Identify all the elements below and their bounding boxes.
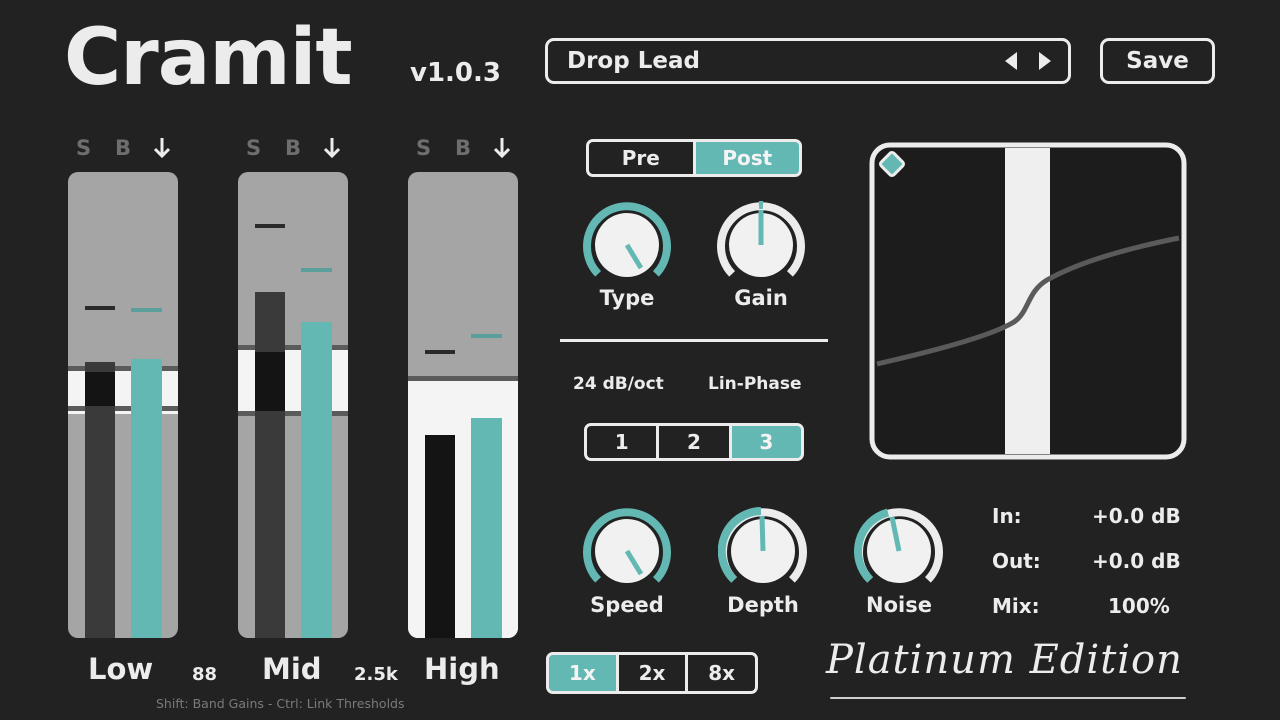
- mid-band-meter[interactable]: [238, 172, 348, 638]
- mid-bypass-button[interactable]: B: [285, 136, 301, 160]
- mix-value[interactable]: 100%: [1108, 594, 1170, 618]
- transfer-curve-display[interactable]: [869, 142, 1187, 460]
- noise-label: Noise: [866, 593, 932, 617]
- low-arrow-down-icon[interactable]: [152, 136, 172, 165]
- high-upper-threshold-handle[interactable]: [408, 376, 518, 381]
- low-output-peak-marker: [131, 308, 162, 312]
- low-bypass-button[interactable]: B: [115, 136, 131, 160]
- post-option[interactable]: Post: [695, 142, 799, 174]
- input-gain-value[interactable]: +0.0 dB: [1092, 504, 1181, 528]
- input-gain-label: In:: [992, 504, 1022, 528]
- mid-output-peak-marker: [301, 268, 332, 272]
- version-label: v1.0.3: [410, 58, 501, 88]
- mode-option-2[interactable]: 2: [659, 426, 729, 458]
- mid-band-label: Mid: [262, 652, 322, 686]
- oversampling-option-8x[interactable]: 8x: [688, 655, 755, 691]
- gain-label: Gain: [734, 286, 788, 310]
- low-mid-crossover[interactable]: 88: [192, 664, 217, 685]
- low-output-level-bar: [131, 359, 162, 638]
- high-output-peak-marker: [471, 334, 502, 338]
- speed-label: Speed: [590, 593, 664, 617]
- oversampling-option-2x[interactable]: 2x: [618, 655, 686, 691]
- preset-name: Drop Lead: [567, 48, 700, 74]
- type-label: Type: [599, 286, 655, 310]
- output-gain-label: Out:: [992, 549, 1041, 573]
- low-band-label: Low: [88, 652, 154, 686]
- speed-knob[interactable]: [582, 506, 672, 600]
- mid-arrow-down-icon[interactable]: [322, 136, 342, 165]
- high-band-label: High: [424, 652, 500, 686]
- preset-selector[interactable]: Drop Lead: [545, 38, 1071, 84]
- triangle-right-icon: [1039, 52, 1051, 70]
- mid-solo-button[interactable]: S: [246, 136, 261, 160]
- type-knob[interactable]: [582, 200, 672, 294]
- high-bypass-button[interactable]: B: [455, 136, 471, 160]
- high-output-level-bar: [471, 418, 502, 638]
- gain-knob[interactable]: [716, 200, 806, 294]
- mid-input-zone-segment: [255, 352, 285, 411]
- slope-selector[interactable]: 24 dB/oct: [573, 374, 664, 394]
- high-solo-button[interactable]: S: [416, 136, 431, 160]
- mid-input-peak-marker: [255, 224, 285, 228]
- oversampling-switch[interactable]: 1x 2x 8x: [546, 652, 758, 694]
- mode-option-1[interactable]: 1: [587, 426, 657, 458]
- mode-switch[interactable]: 1 2 3: [584, 423, 804, 461]
- triangle-left-icon: [1005, 52, 1017, 70]
- depth-knob[interactable]: [717, 506, 808, 600]
- mid-output-level-bar: [301, 322, 332, 638]
- low-input-zone-segment: [85, 372, 115, 406]
- section-divider: [560, 339, 828, 342]
- low-input-peak-marker: [85, 306, 115, 310]
- oversampling-option-1x[interactable]: 1x: [549, 655, 616, 691]
- high-band-meter[interactable]: [408, 172, 518, 638]
- high-input-peak-marker: [425, 350, 455, 354]
- previous-preset-button[interactable]: [994, 41, 1028, 81]
- high-arrow-down-icon[interactable]: [492, 136, 512, 165]
- output-gain-value[interactable]: +0.0 dB: [1092, 549, 1181, 573]
- pre-post-switch[interactable]: Pre Post: [586, 139, 802, 177]
- high-input-level-bar: [425, 435, 455, 638]
- low-band-meter[interactable]: [68, 172, 178, 638]
- mix-label: Mix:: [992, 594, 1040, 618]
- mid-high-crossover[interactable]: 2.5k: [354, 664, 398, 685]
- pre-option[interactable]: Pre: [589, 142, 693, 174]
- mode-option-3[interactable]: 3: [731, 426, 801, 458]
- next-preset-button[interactable]: [1028, 41, 1062, 81]
- save-button[interactable]: Save: [1100, 38, 1215, 84]
- phase-mode-selector[interactable]: Lin-Phase: [708, 374, 802, 394]
- depth-label: Depth: [727, 593, 799, 617]
- app-logo: Cramit: [64, 13, 353, 103]
- mid-input-level-bar: [255, 292, 285, 638]
- low-solo-button[interactable]: S: [76, 136, 91, 160]
- edition-title: Platinum Edition: [826, 637, 1183, 683]
- edition-underline: [830, 697, 1186, 699]
- keyboard-hint: Shift: Band Gains - Ctrl: Link Threshold…: [156, 696, 405, 711]
- noise-knob[interactable]: [854, 506, 944, 600]
